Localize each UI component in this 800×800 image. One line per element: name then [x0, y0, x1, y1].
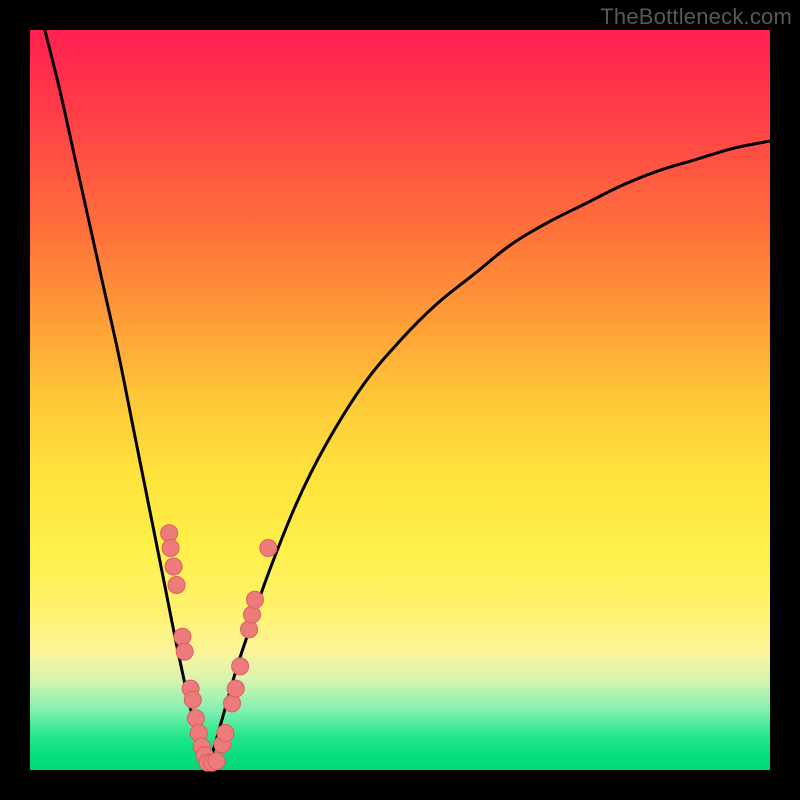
data-point-marker: [224, 695, 241, 712]
data-point-marker: [244, 606, 261, 623]
data-point-marker: [184, 691, 201, 708]
data-point-marker: [260, 540, 277, 557]
data-point-marker: [227, 680, 244, 697]
watermark-text: TheBottleneck.com: [600, 4, 792, 30]
data-point-marker: [176, 643, 193, 660]
data-point-marker: [174, 628, 191, 645]
data-point-marker: [232, 658, 249, 675]
chart-svg: [30, 30, 770, 770]
data-point-marker: [187, 710, 204, 727]
data-point-marker: [162, 540, 179, 557]
right-curve-path: [208, 141, 770, 770]
data-point-marker: [241, 621, 258, 638]
data-point-marker: [168, 577, 185, 594]
data-point-marker: [246, 591, 263, 608]
data-point-marker: [208, 753, 225, 770]
marker-group: [161, 525, 277, 771]
data-point-marker: [165, 558, 182, 575]
data-point-marker: [217, 725, 234, 742]
